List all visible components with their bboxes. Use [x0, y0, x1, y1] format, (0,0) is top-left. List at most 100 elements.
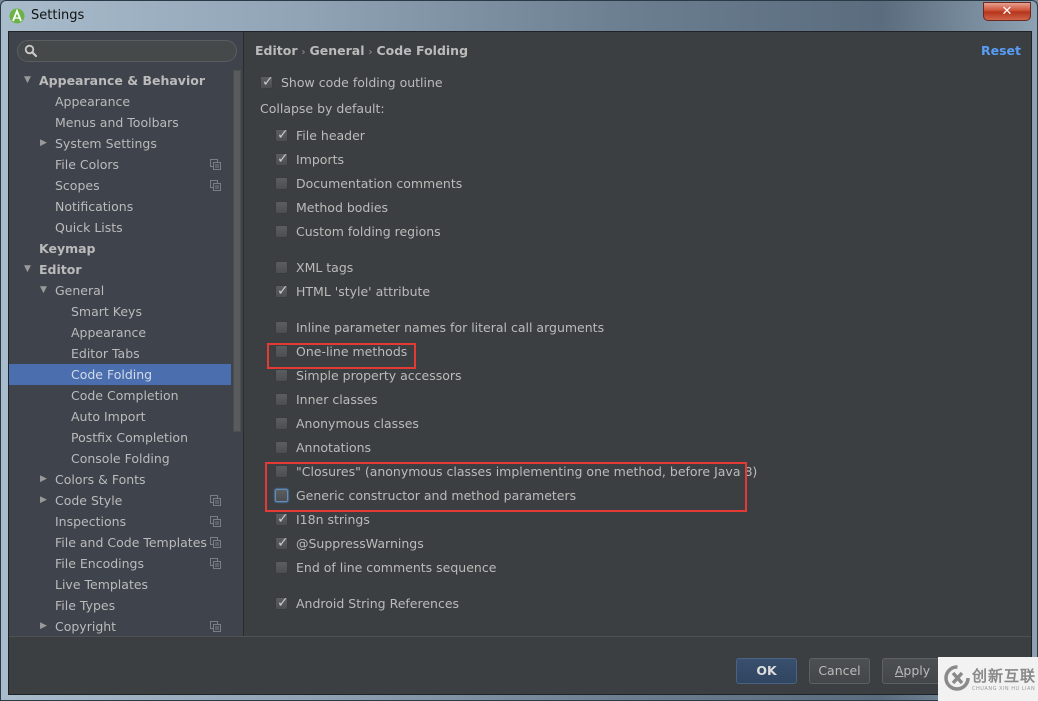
option-checkbox[interactable]: ✓ [275, 511, 289, 527]
option-label: I18n strings [296, 512, 370, 527]
checkmark-icon: ✓ [262, 74, 274, 90]
option-checkbox[interactable] [275, 225, 288, 238]
collapsed-arrow-icon[interactable]: ▶ [40, 616, 47, 637]
sidebar-item[interactable]: ▼ General [9, 280, 231, 301]
project-settings-icon [210, 516, 221, 527]
option-label: Anonymous classes [296, 416, 419, 431]
title-bar[interactable]: Settings ✕ [1, 1, 1037, 31]
sidebar-item[interactable]: File and Code Templates [9, 532, 231, 553]
option-checkbox[interactable] [275, 441, 288, 454]
option-checkbox[interactable]: ✓ [275, 283, 289, 299]
ok-button[interactable]: OK [736, 658, 797, 684]
dialog-footer: OK Cancel Apply [9, 636, 1031, 694]
sidebar-item[interactable]: File Types [9, 595, 231, 616]
sidebar-item[interactable]: ▼ Appearance & Behavior [9, 70, 231, 91]
checkmark-icon: ✓ [277, 151, 289, 167]
settings-tree: ▼ Appearance & Behavior Appearance Menus an… [9, 70, 231, 637]
sidebar-item-label: Keymap [39, 241, 96, 256]
sidebar-item[interactable]: File Encodings [9, 553, 231, 574]
checkmark-icon: ✓ [277, 127, 289, 143]
expanded-arrow-icon[interactable]: ▼ [24, 259, 31, 280]
checkmark-icon: ✓ [277, 535, 289, 551]
option-checkbox[interactable] [275, 561, 288, 574]
sidebar-item[interactable]: Keymap [9, 238, 231, 259]
option-checkbox[interactable]: ✓ [275, 151, 289, 167]
sidebar-item[interactable]: Smart Keys [9, 301, 231, 322]
option-checkbox[interactable]: ✓ [275, 595, 289, 611]
option-checkbox[interactable]: ✓ [275, 127, 289, 143]
option-label: Inline parameter names for literal call … [296, 320, 605, 335]
expanded-arrow-icon[interactable]: ▼ [24, 70, 31, 91]
sidebar-item-label: Appearance [55, 94, 131, 109]
option-checkbox[interactable] [275, 417, 288, 430]
checkmark-icon: ✓ [277, 595, 289, 611]
project-settings-icon [210, 621, 221, 632]
watermark: 创新互联 CHUANG XIN HU LIAN [938, 657, 1038, 701]
option-checkbox[interactable] [275, 261, 288, 274]
option-label: Imports [296, 152, 344, 167]
option-checkbox[interactable] [275, 321, 288, 334]
sidebar-item[interactable]: Appearance [9, 91, 231, 112]
checkmark-icon: ✓ [277, 283, 289, 299]
show-outline-checkbox[interactable]: ✓ [260, 74, 274, 90]
sidebar-item[interactable]: Editor Tabs [9, 343, 231, 364]
breadcrumb-code-folding: Code Folding [376, 43, 469, 58]
option-label: HTML 'style' attribute [296, 284, 431, 299]
sidebar-item[interactable]: Menus and Toolbars [9, 112, 231, 133]
settings-window: Settings ✕ ▼ Appearance & Behavior Appeara… [0, 0, 1038, 701]
sidebar-item[interactable]: File Colors [9, 154, 231, 175]
sidebar-item-label: Code Folding [71, 367, 153, 382]
sidebar-item-label: Menus and Toolbars [55, 115, 179, 130]
sidebar-item[interactable]: ▶ Copyright [9, 616, 231, 637]
sidebar-item-label: Live Templates [55, 577, 149, 592]
sidebar-item[interactable]: Code Folding [9, 364, 231, 385]
sidebar-item[interactable]: Live Templates [9, 574, 231, 595]
sidebar-item-label: Code Completion [71, 388, 179, 403]
sidebar-scrollbar[interactable] [233, 70, 241, 432]
android-studio-icon [9, 8, 25, 24]
option-checkbox[interactable] [275, 393, 288, 406]
option-checkbox[interactable]: ✓ [275, 535, 289, 551]
option-label: Annotations [296, 440, 372, 455]
sidebar-item[interactable]: Notifications [9, 196, 231, 217]
option-checkbox[interactable] [275, 177, 288, 190]
breadcrumb: Editor › General › Code Folding [255, 43, 468, 58]
sidebar-item[interactable]: Code Completion [9, 385, 231, 406]
sidebar-item-label: Auto Import [71, 409, 146, 424]
expanded-arrow-icon[interactable]: ▼ [40, 280, 47, 301]
sidebar-item[interactable]: Inspections [9, 511, 231, 532]
sidebar-item-label: Smart Keys [71, 304, 142, 319]
collapsed-arrow-icon[interactable]: ▶ [40, 133, 47, 154]
sidebar-item-label: Editor Tabs [71, 346, 140, 361]
sidebar-item[interactable]: Postfix Completion [9, 427, 231, 448]
collapsed-arrow-icon[interactable]: ▶ [40, 469, 47, 490]
project-settings-icon [210, 558, 221, 569]
option-label: Android String References [296, 596, 460, 611]
sidebar-item-label: Quick Lists [55, 220, 123, 235]
search-field[interactable] [17, 40, 237, 62]
close-button[interactable]: ✕ [983, 2, 1031, 21]
breadcrumb-general: General [309, 43, 365, 58]
sidebar-item[interactable]: ▶ Code Style [9, 490, 231, 511]
sidebar-item[interactable]: Scopes [9, 175, 231, 196]
sidebar-item[interactable]: Appearance [9, 322, 231, 343]
dialog-body: ▼ Appearance & Behavior Appearance Menus an… [8, 31, 1032, 695]
sidebar-item-label: Appearance [71, 325, 147, 340]
cancel-button[interactable]: Cancel [809, 658, 870, 684]
sidebar-item-label: Appearance & Behavior [39, 73, 205, 88]
sidebar-item[interactable]: Quick Lists [9, 217, 231, 238]
sidebar-item[interactable]: ▼ Editor [9, 259, 231, 280]
sidebar-item[interactable]: Auto Import [9, 406, 231, 427]
sidebar-item[interactable]: ▶ Colors & Fonts [9, 469, 231, 490]
apply-button[interactable]: Apply [882, 658, 943, 684]
search-icon [24, 44, 38, 58]
option-checkbox[interactable] [275, 369, 288, 382]
sidebar-item-label: File Types [55, 598, 116, 613]
collapsed-arrow-icon[interactable]: ▶ [40, 490, 47, 511]
option-checkbox[interactable] [275, 201, 288, 214]
option-label: Simple property accessors [296, 368, 462, 383]
sidebar-item[interactable]: Console Folding [9, 448, 231, 469]
sidebar-item[interactable]: ▶ System Settings [9, 133, 231, 154]
reset-link[interactable]: Reset [981, 43, 1021, 58]
sidebar-item-label: File and Code Templates [55, 535, 207, 550]
